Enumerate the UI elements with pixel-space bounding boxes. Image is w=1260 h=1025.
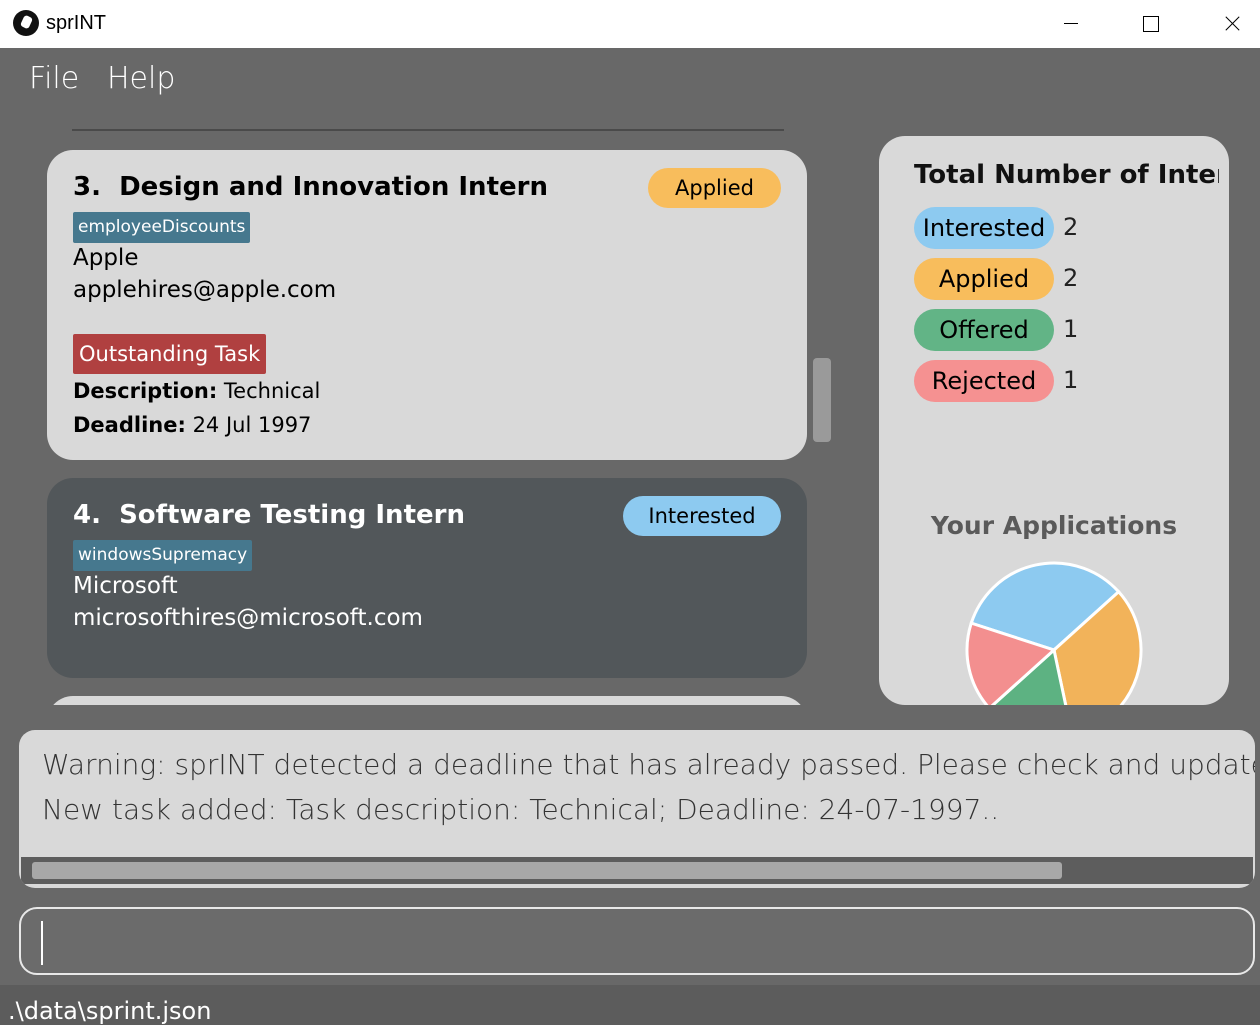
outstanding-task-badge: Outstanding Task bbox=[73, 334, 267, 374]
title-bar: sprINT bbox=[0, 0, 1260, 48]
card-role: Software Testing Intern bbox=[119, 500, 465, 530]
status-badge: Interested bbox=[623, 496, 781, 536]
result-line-warning: Warning: sprINT detected a deadline that… bbox=[42, 748, 1255, 781]
horizontal-scrollbar[interactable] bbox=[21, 857, 1253, 884]
deadline-value: 24 Jul 1997 bbox=[192, 413, 312, 437]
application-list[interactable]: 3. Design and Innovation Intern Applied … bbox=[40, 140, 820, 705]
status-bar: .\data\sprint.json bbox=[0, 985, 1260, 1025]
text-caret bbox=[41, 921, 43, 965]
close-icon[interactable] bbox=[1204, 0, 1260, 48]
company-email: microsofthires@microsoft.com bbox=[73, 605, 423, 631]
result-display: Warning: sprINT detected a deadline that… bbox=[19, 730, 1255, 888]
list-divider bbox=[72, 129, 784, 131]
maximize-icon[interactable] bbox=[1122, 0, 1178, 48]
card-index: 4. bbox=[73, 500, 101, 530]
list-scrollbar[interactable] bbox=[813, 358, 831, 442]
card-title: 3. Design and Innovation Intern bbox=[73, 172, 548, 202]
tag-label: windowsSupremacy bbox=[73, 540, 253, 571]
description-label: Description: bbox=[73, 379, 218, 403]
task-description: Description: Technical bbox=[73, 379, 320, 403]
window-title: sprINT bbox=[46, 12, 106, 34]
menu-bar: File Help bbox=[0, 48, 1260, 112]
save-file-path: .\data\sprint.json bbox=[8, 997, 212, 1025]
status-badge: Applied bbox=[648, 168, 781, 208]
runner-icon bbox=[13, 10, 39, 36]
deadline-label: Deadline: bbox=[73, 413, 186, 437]
card-index: 3. bbox=[73, 172, 101, 202]
applications-pie-chart bbox=[965, 561, 1143, 705]
horizontal-scroll-thumb[interactable] bbox=[32, 862, 1062, 879]
company-name: Apple bbox=[73, 245, 139, 271]
company-email: applehires@apple.com bbox=[73, 277, 337, 303]
result-line-message: New task added: Task description: Techni… bbox=[42, 793, 1000, 826]
menu-file[interactable]: File bbox=[29, 61, 79, 96]
tag-label: employeeDiscounts bbox=[73, 212, 251, 243]
description-value: Technical bbox=[223, 379, 321, 403]
application-card[interactable]: 3. Design and Innovation Intern Applied … bbox=[47, 150, 807, 460]
card-title: 4. Software Testing Intern bbox=[73, 500, 465, 530]
task-deadline: Deadline: 24 Jul 1997 bbox=[73, 413, 311, 437]
application-card[interactable] bbox=[47, 696, 807, 705]
application-card[interactable]: 4. Software Testing Intern Interested wi… bbox=[47, 478, 807, 678]
card-role: Design and Innovation Intern bbox=[119, 172, 548, 202]
command-input[interactable] bbox=[19, 907, 1255, 975]
menu-help[interactable]: Help bbox=[107, 61, 175, 96]
company-name: Microsoft bbox=[73, 573, 178, 599]
statistics-panel: Total Number of Inter... Interested 2 Ap… bbox=[879, 136, 1229, 705]
minimize-icon[interactable] bbox=[1042, 0, 1098, 48]
